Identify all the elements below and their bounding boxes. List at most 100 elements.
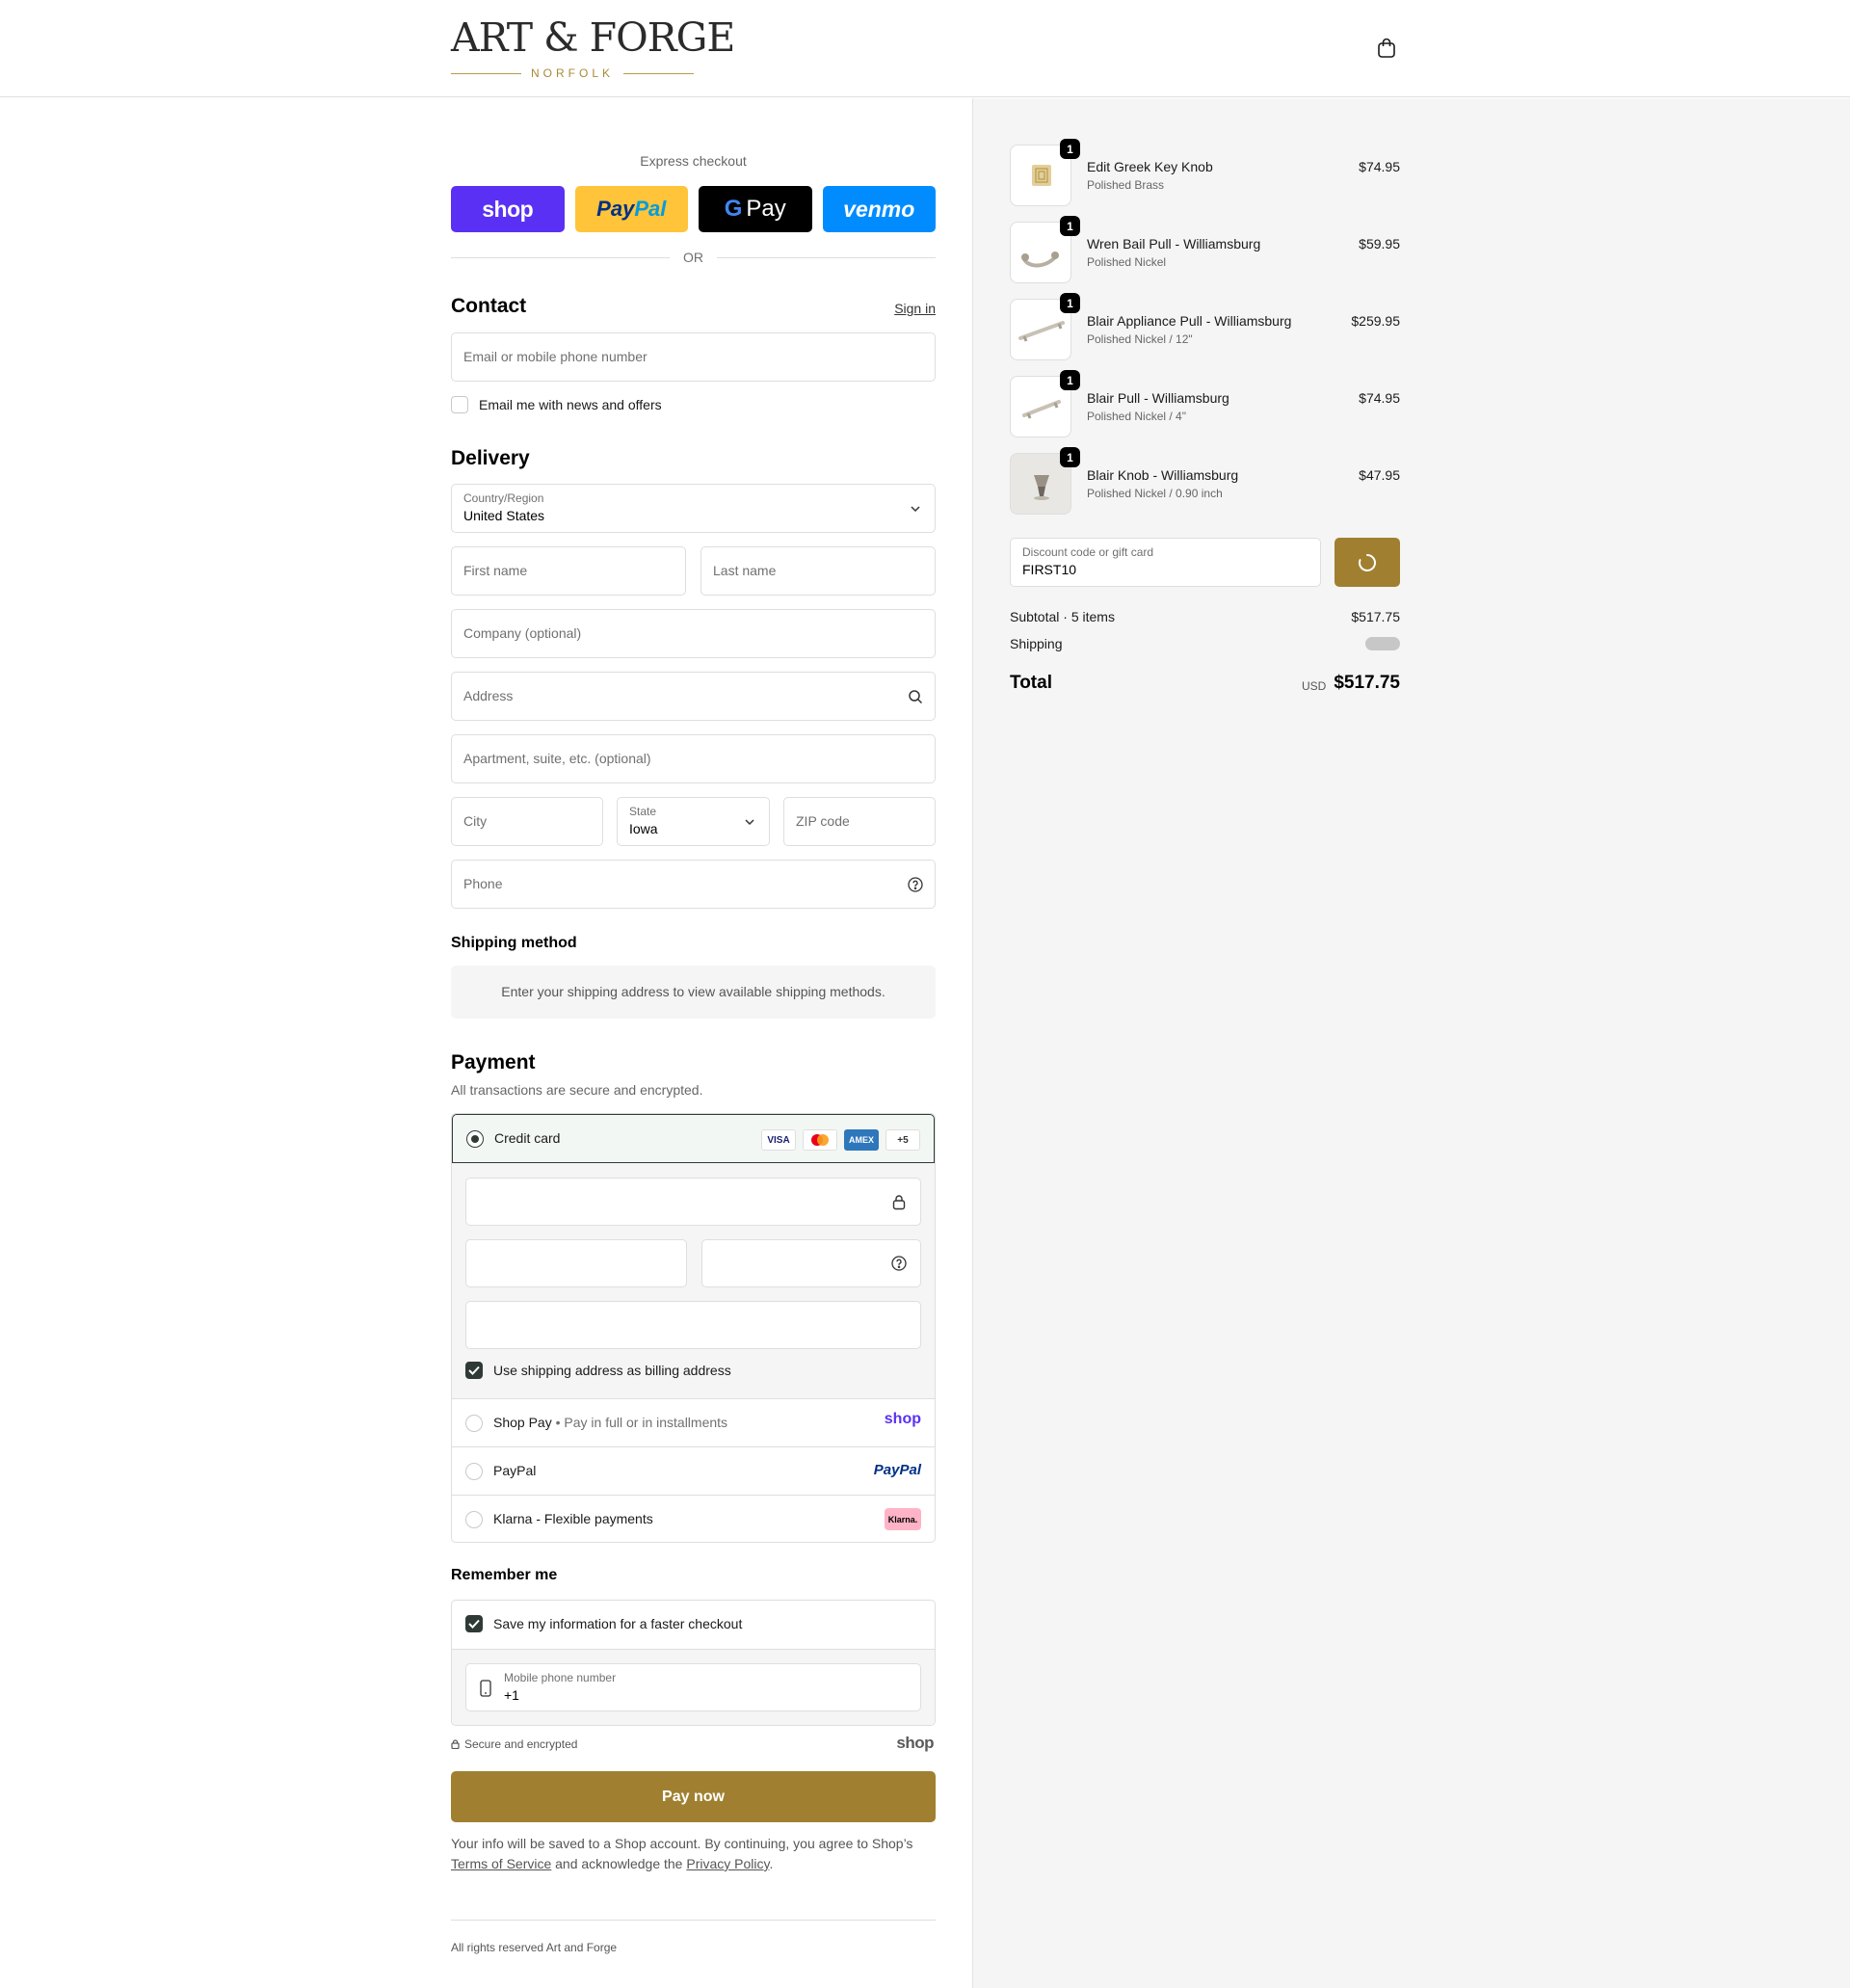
footer-divider	[451, 1920, 936, 1921]
shop-pay-option[interactable]: Shop Pay • Pay in full or in installment…	[452, 1398, 935, 1446]
check-icon	[468, 1365, 480, 1375]
last-name-placeholder: Last name	[713, 563, 777, 578]
total-currency: USD	[1302, 679, 1327, 693]
mastercard-icon	[803, 1129, 837, 1151]
credit-card-radio[interactable]	[466, 1130, 484, 1148]
shop-pay-radio[interactable]	[465, 1415, 483, 1432]
state-select[interactable]: State Iowa	[617, 797, 770, 846]
help-circle-icon[interactable]	[908, 877, 923, 892]
item-price: $259.95	[1351, 313, 1400, 329]
subtotal-label: Subtotal · 5 items	[1010, 609, 1115, 624]
google-pay-button[interactable]: G Pay	[699, 186, 812, 232]
city-field[interactable]: City	[451, 797, 603, 846]
last-name-field[interactable]: Last name	[700, 546, 936, 596]
quantity-badge: 1	[1060, 216, 1080, 236]
expiration-field[interactable]	[465, 1239, 687, 1287]
privacy-policy-link[interactable]: Privacy Policy	[686, 1856, 769, 1871]
cart-item: 1 Blair Pull - Williamsburg Polished Nic…	[1010, 370, 1400, 437]
first-name-field[interactable]: First name	[451, 546, 686, 596]
payment-methods: Credit card VISA AMEX +5 Use shipping ad…	[451, 1113, 936, 1543]
mobile-phone-field[interactable]: Mobile phone number +1	[465, 1663, 921, 1711]
item-price: $59.95	[1359, 236, 1400, 252]
paypal-radio[interactable]	[465, 1463, 483, 1480]
email-field[interactable]: Email or mobile phone number	[451, 332, 936, 382]
shipping-loading-placeholder	[1365, 637, 1400, 650]
klarna-option[interactable]: Klarna - Flexible payments Klarna.	[452, 1495, 935, 1542]
amex-icon: AMEX	[844, 1129, 879, 1151]
sign-in-link[interactable]: Sign in	[894, 301, 936, 316]
apartment-field[interactable]: Apartment, suite, etc. (optional)	[451, 734, 936, 783]
quantity-badge: 1	[1060, 370, 1080, 390]
shop-pay-express-button[interactable]: shop	[451, 186, 565, 232]
terms-of-service-link[interactable]: Terms of Service	[451, 1856, 551, 1871]
shop-pay-logo: shop	[884, 1411, 921, 1427]
shipping-row: Shipping	[1010, 636, 1400, 651]
item-name: Edit Greek Key Knob	[1087, 159, 1213, 174]
apply-discount-button[interactable]	[1335, 538, 1400, 587]
item-name: Wren Bail Pull - Williamsburg	[1087, 236, 1261, 252]
paypal-express-button[interactable]: Pay Pal	[574, 186, 688, 232]
credit-card-label: Credit card	[494, 1130, 561, 1146]
news-checkbox[interactable]	[451, 396, 468, 413]
subtotal-row: Subtotal · 5 items $517.75	[1010, 609, 1400, 624]
discount-field[interactable]: Discount code or gift card FIRST10	[1010, 538, 1321, 587]
logo[interactable]: ART & FORGE NORFOLK	[451, 15, 735, 81]
paypal-label: PayPal	[493, 1463, 537, 1478]
express-checkout-title: Express checkout	[640, 153, 747, 169]
subtotal-value: $517.75	[1351, 609, 1400, 624]
lock-icon	[892, 1195, 906, 1210]
pay-now-button[interactable]: Pay now	[451, 1771, 936, 1822]
total-label: Total	[1010, 673, 1052, 693]
paypal-logo: PayPal	[873, 1462, 921, 1478]
item-price: $47.95	[1359, 467, 1400, 483]
card-number-field[interactable]	[465, 1178, 921, 1226]
security-code-field[interactable]	[701, 1239, 921, 1287]
klarna-logo: Klarna.	[885, 1508, 921, 1530]
venmo-button[interactable]: venmo	[822, 186, 936, 232]
item-name: Blair Pull - Williamsburg	[1087, 390, 1229, 406]
discount-label: Discount code or gift card	[1022, 545, 1154, 559]
check-icon	[468, 1619, 480, 1629]
cart-item: 1 Blair Knob - Williamsburg Polished Nic…	[1010, 447, 1400, 515]
logo-sub: NORFOLK	[451, 66, 695, 81]
phone-field[interactable]: Phone	[451, 860, 936, 909]
terms-text-2: and acknowledge the	[555, 1856, 683, 1871]
shipping-note: Enter your shipping address to view avai…	[451, 966, 936, 1019]
billing-checkbox[interactable]	[465, 1362, 483, 1379]
terms-text-1: Your info will be saved to a Shop accoun…	[451, 1836, 913, 1851]
klarna-radio[interactable]	[465, 1511, 483, 1528]
news-label: Email me with news and offers	[479, 397, 662, 412]
mobile-phone-icon	[480, 1680, 491, 1697]
zip-field[interactable]: ZIP code	[783, 797, 936, 846]
item-variant: Polished Nickel	[1087, 255, 1167, 269]
cart-button[interactable]	[1375, 37, 1398, 60]
visa-icon: VISA	[761, 1129, 796, 1151]
shopping-bag-icon	[1378, 38, 1395, 58]
cart-item: 1 Edit Greek Key Knob Polished Brass $74…	[1010, 139, 1400, 206]
remember-title: Remember me	[451, 1567, 558, 1583]
company-placeholder: Company (optional)	[463, 625, 582, 641]
shipping-method-title: Shipping method	[451, 935, 577, 951]
credit-card-option[interactable]: Credit card VISA AMEX +5	[452, 1114, 935, 1163]
quantity-badge: 1	[1060, 447, 1080, 467]
state-value: Iowa	[629, 821, 658, 836]
country-label: Country/Region	[463, 491, 544, 505]
help-circle-icon[interactable]	[891, 1256, 907, 1271]
company-field[interactable]: Company (optional)	[451, 609, 936, 658]
terms-text: Your info will be saved to a Shop accoun…	[451, 1834, 936, 1874]
secure-note: Secure and encrypted	[451, 1737, 577, 1751]
address-placeholder: Address	[463, 688, 514, 703]
apartment-placeholder: Apartment, suite, etc. (optional)	[463, 751, 651, 766]
name-on-card-field[interactable]	[465, 1301, 921, 1349]
address-field[interactable]: Address	[451, 672, 936, 721]
country-select[interactable]: Country/Region United States	[451, 484, 936, 533]
item-variant: Polished Brass	[1087, 178, 1165, 192]
save-info-checkbox[interactable]	[465, 1615, 483, 1632]
terms-end: .	[769, 1856, 774, 1871]
country-value: United States	[463, 508, 545, 523]
paypal-option[interactable]: PayPal PayPal	[452, 1446, 935, 1495]
quantity-badge: 1	[1060, 139, 1080, 159]
cart-item: 1 Wren Bail Pull - Williamsburg Polished…	[1010, 216, 1400, 283]
state-label: State	[629, 805, 657, 818]
shop-pay-sub: Pay in full or in installments	[564, 1415, 728, 1430]
